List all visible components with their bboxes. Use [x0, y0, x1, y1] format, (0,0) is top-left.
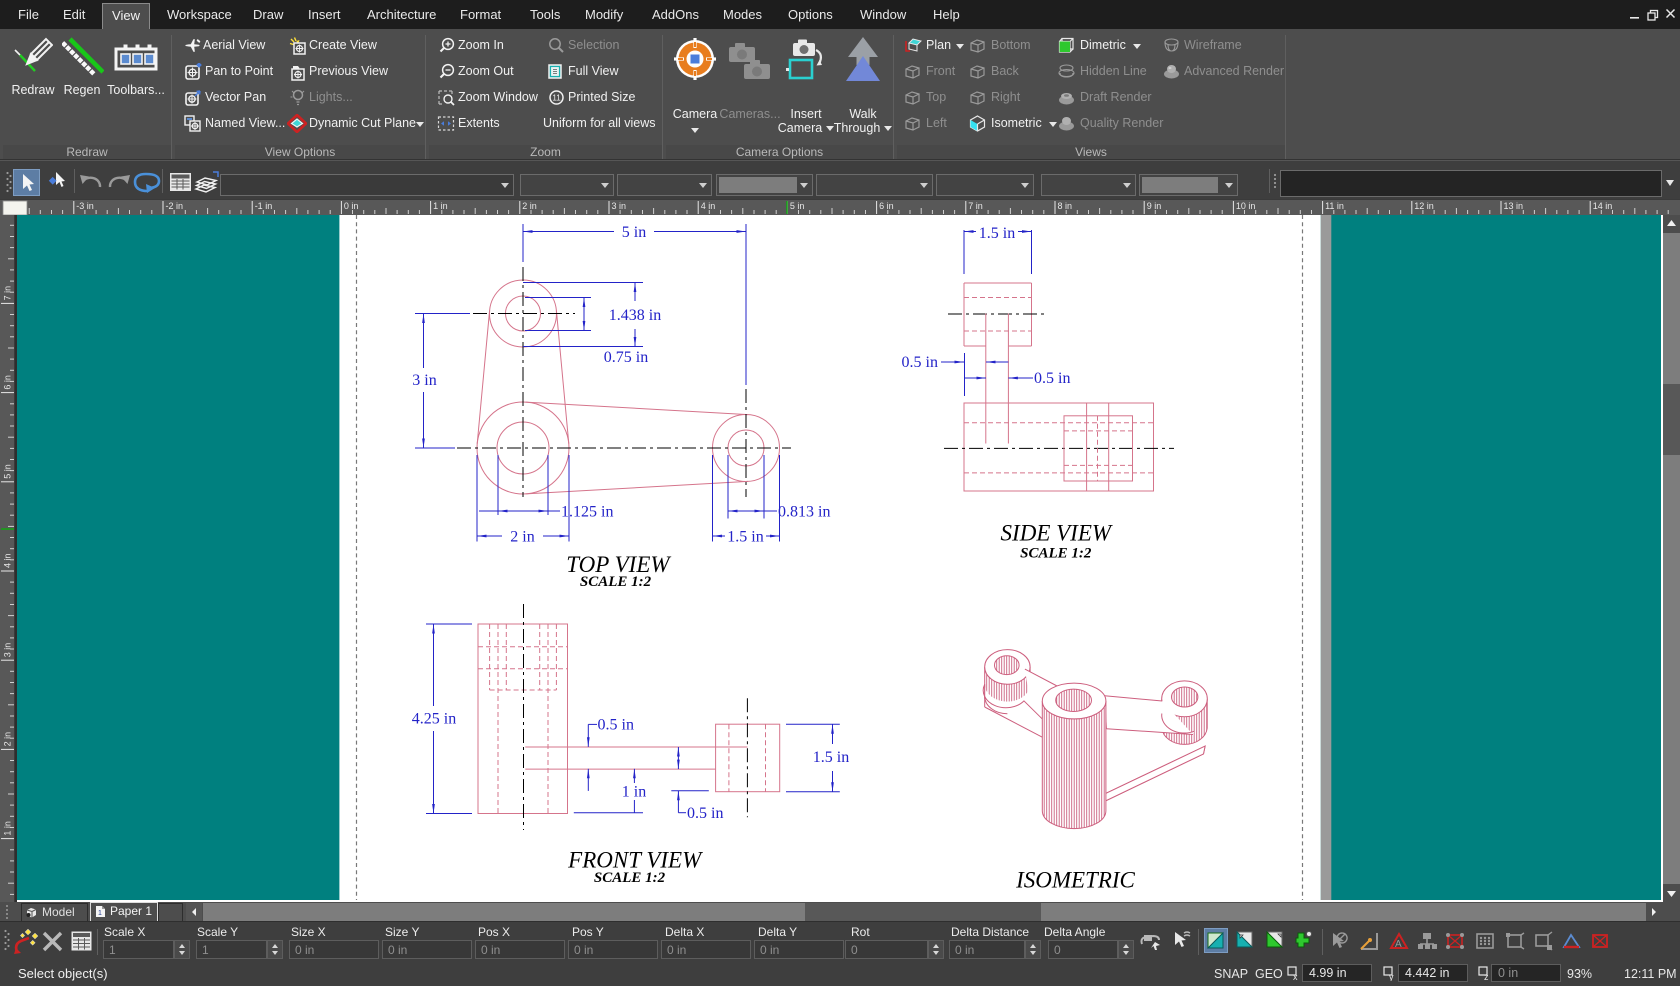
- svg-text:SCALE 1:2: SCALE 1:2: [1020, 546, 1092, 562]
- svg-text:13 in: 13 in: [1504, 201, 1524, 211]
- svg-text:1.438 in: 1.438 in: [609, 307, 661, 324]
- svg-text:1 in: 1 in: [3, 821, 13, 836]
- svg-text:11: 11: [552, 94, 561, 103]
- svg-text:SCALE 1:2: SCALE 1:2: [580, 574, 652, 590]
- svg-text:0.5 in: 0.5 in: [598, 717, 634, 734]
- svg-text:8 in: 8 in: [1058, 201, 1073, 211]
- svg-text:1.5 in: 1.5 in: [813, 749, 849, 766]
- svg-text:12 in: 12 in: [1414, 201, 1434, 211]
- svg-text:5 in: 5 in: [790, 201, 805, 211]
- svg-text:FRONT VIEW: FRONT VIEW: [567, 848, 703, 873]
- svg-text:2 in: 2 in: [510, 529, 534, 546]
- svg-text:3 in: 3 in: [3, 643, 13, 658]
- svg-text:4 in: 4 in: [701, 201, 716, 211]
- svg-text:7 in: 7 in: [3, 286, 13, 301]
- svg-text:4.25 in: 4.25 in: [412, 711, 456, 728]
- svg-text:14 in: 14 in: [1593, 201, 1613, 211]
- svg-text:0.813 in: 0.813 in: [778, 504, 830, 521]
- svg-text:y: y: [1389, 972, 1394, 981]
- svg-text:0.5 in: 0.5 in: [1034, 370, 1070, 387]
- svg-text:0.75 in: 0.75 in: [604, 349, 648, 366]
- svg-text:2 in: 2 in: [522, 201, 537, 211]
- svg-text:9 in: 9 in: [1147, 201, 1162, 211]
- svg-text:ISOMETRIC: ISOMETRIC: [1015, 868, 1135, 893]
- svg-text:6 in: 6 in: [3, 375, 13, 390]
- svg-text:0.5 in: 0.5 in: [902, 354, 938, 371]
- svg-text:4 in: 4 in: [3, 553, 13, 568]
- svg-text:-1 in: -1 in: [255, 201, 273, 211]
- svg-text:1 in: 1 in: [622, 784, 646, 801]
- svg-text:SCALE 1:2: SCALE 1:2: [594, 870, 666, 886]
- svg-text:SIDE VIEW: SIDE VIEW: [1001, 521, 1113, 546]
- svg-text:5 in: 5 in: [622, 224, 646, 241]
- svg-text:2 in: 2 in: [3, 732, 13, 747]
- svg-text:7 in: 7 in: [968, 201, 983, 211]
- svg-text:1.5 in: 1.5 in: [727, 529, 763, 546]
- svg-text:z: z: [1484, 972, 1489, 981]
- svg-text:10 in: 10 in: [1236, 201, 1256, 211]
- svg-text:1 in: 1 in: [433, 201, 448, 211]
- svg-text:1: 1: [98, 910, 102, 917]
- svg-text:-3 in: -3 in: [76, 201, 94, 211]
- svg-text:11 in: 11 in: [1325, 201, 1344, 211]
- svg-text:A: A: [1395, 939, 1402, 950]
- svg-text:3 in: 3 in: [612, 201, 627, 211]
- svg-text:6 in: 6 in: [879, 201, 894, 211]
- svg-text:0 in: 0 in: [344, 201, 359, 211]
- svg-text:3 in: 3 in: [412, 372, 436, 389]
- svg-text:x: x: [1293, 972, 1298, 981]
- svg-text:5 in: 5 in: [3, 464, 13, 479]
- svg-text:1.5 in: 1.5 in: [979, 225, 1015, 242]
- svg-text:0.5 in: 0.5 in: [687, 805, 723, 822]
- svg-text:-2 in: -2 in: [166, 201, 184, 211]
